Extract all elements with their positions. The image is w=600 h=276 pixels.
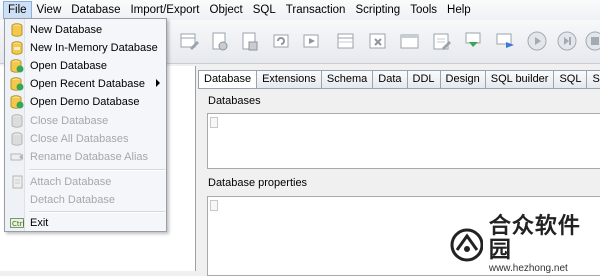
menu-sql[interactable]: SQL <box>248 1 281 19</box>
db-memory-icon <box>10 41 24 55</box>
svg-text:Ctrl: Ctrl <box>12 220 24 228</box>
menu-item-label: Open Database <box>30 60 108 72</box>
menu-help[interactable]: Help <box>442 1 476 19</box>
toolbar-refresh-icon[interactable] <box>268 28 294 54</box>
tab-data[interactable]: Data <box>373 70 408 89</box>
menu-scripting[interactable]: Scripting <box>350 1 405 19</box>
database-properties-label: Database properties <box>208 177 308 189</box>
tab-database[interactable]: Database <box>198 70 258 89</box>
db-new-icon <box>10 23 24 37</box>
menu-item-label: Open Demo Database <box>30 96 140 108</box>
toolbar-commit-icon[interactable] <box>460 28 486 54</box>
toolbar-window-icon[interactable] <box>396 28 422 54</box>
watermark: 合众软件园 www.hezhong.net <box>446 215 600 274</box>
rename-icon <box>10 150 24 164</box>
tab-scripting[interactable]: Scripting <box>587 70 600 89</box>
toolbar-edit-form-icon[interactable] <box>428 28 454 54</box>
db-open-icon <box>10 59 24 73</box>
watermark-text: 合众软件园 <box>488 214 581 263</box>
submenu-arrow-icon <box>156 79 160 87</box>
menu-separator <box>29 211 165 213</box>
menu-item-close-database[interactable]: Close Database <box>7 112 164 130</box>
menu-item-label: Detach Database <box>30 194 115 206</box>
databases-grid[interactable] <box>207 113 600 169</box>
menu-item-rename-database-alias[interactable]: Rename Database Alias <box>7 148 164 166</box>
db-close-icon <box>10 114 24 128</box>
menu-item-open-database[interactable]: Open Database <box>7 57 164 75</box>
menu-item-label: Exit <box>30 217 49 229</box>
menu-database[interactable]: Database <box>66 1 125 19</box>
db-demo-icon <box>10 95 24 109</box>
menu-item-detach-database[interactable]: Detach Database <box>7 191 164 209</box>
tab-schema[interactable]: Schema <box>321 70 374 89</box>
menu-separator <box>29 169 165 171</box>
attach-icon <box>10 175 24 189</box>
toolbar-play-icon[interactable] <box>524 28 550 54</box>
db-recent-icon <box>10 77 24 91</box>
grid-row-indicator <box>210 200 218 211</box>
menu-view[interactable]: View <box>32 1 67 19</box>
toolbar-grid-icon[interactable] <box>332 28 358 54</box>
file-menu-dropdown: New Database New In-Memory Database Open… <box>4 18 167 232</box>
menu-item-new-in-memory-database[interactable]: New In-Memory Database <box>7 39 164 57</box>
toolbar-edit-table-icon[interactable] <box>176 28 202 54</box>
menu-item-open-demo-database[interactable]: Open Demo Database <box>7 93 164 111</box>
toolbar-run-icon[interactable] <box>298 28 324 54</box>
menu-file[interactable]: File <box>3 1 32 19</box>
menu-item-label: Rename Database Alias <box>30 151 149 163</box>
menu-item-label: Attach Database <box>30 176 112 188</box>
menu-item-open-recent-database[interactable]: Open Recent Database <box>7 75 164 93</box>
menu-item-close-all-databases[interactable]: Close All Databases <box>7 130 164 148</box>
databases-label: Databases <box>208 95 261 107</box>
toolbar-step-icon[interactable] <box>554 28 580 54</box>
menu-bar: File View Database Import/Export Object … <box>0 0 600 20</box>
toolbar-doc-edit-icon[interactable] <box>206 28 232 54</box>
menu-item-label: Close Database <box>30 115 109 127</box>
menu-object[interactable]: Object <box>205 1 248 19</box>
menu-transaction[interactable]: Transaction <box>281 1 351 19</box>
menu-item-label: New In-Memory Database <box>30 42 158 54</box>
tab-extensions[interactable]: Extensions <box>257 70 322 89</box>
menu-item-new-database[interactable]: New Database <box>7 21 164 39</box>
menu-import-export[interactable]: Import/Export <box>125 1 204 19</box>
menu-tools[interactable]: Tools <box>405 1 442 19</box>
watermark-logo-icon <box>450 228 483 262</box>
tab-strip: Database Extensions Schema Data DDL Desi… <box>198 70 600 89</box>
grid-row-indicator <box>210 117 218 128</box>
tab-sql-builder[interactable]: SQL builder <box>485 70 555 89</box>
tab-design[interactable]: Design <box>440 70 486 89</box>
toolbar-execute-icon[interactable] <box>492 28 518 54</box>
menu-item-label: Close All Databases <box>30 133 129 145</box>
tab-ddl[interactable]: DDL <box>407 70 441 89</box>
menu-item-exit[interactable]: Ctrl Exit <box>7 214 164 232</box>
tab-sql[interactable]: SQL <box>554 70 588 89</box>
menu-item-attach-database[interactable]: Attach Database <box>7 173 164 191</box>
exit-icon: Ctrl <box>10 216 24 230</box>
toolbar-doc-settings-icon[interactable] <box>236 28 262 54</box>
db-close-all-icon <box>10 132 24 146</box>
toolbar-delete-row-icon[interactable] <box>364 28 390 54</box>
menu-item-label: Open Recent Database <box>30 78 145 90</box>
watermark-url: www.hezhong.net <box>488 263 568 274</box>
menu-item-label: New Database <box>30 24 103 36</box>
toolbar-stop-icon[interactable] <box>582 28 600 54</box>
